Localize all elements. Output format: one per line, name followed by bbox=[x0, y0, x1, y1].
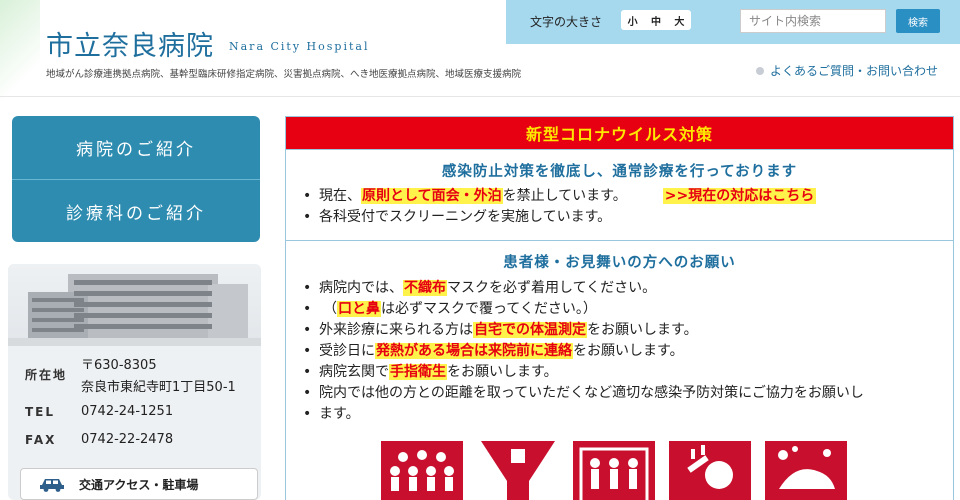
font-medium-button[interactable]: 中 bbox=[651, 13, 661, 28]
fax-number: 0742-22-2478 bbox=[81, 432, 174, 447]
address-text: 奈良市東紀寺町1丁目50-1 bbox=[81, 380, 236, 395]
handwash-icon bbox=[765, 441, 847, 500]
text: 病院内では、 bbox=[319, 280, 403, 296]
text: をお願いします。 bbox=[587, 322, 698, 338]
text: 現在、 bbox=[319, 188, 361, 204]
highlight-text: 自宅での体温測定 bbox=[473, 322, 587, 338]
fax-label: FAX bbox=[25, 433, 57, 447]
notice-section-policy: 感染防止対策を徹底し、通常診療を行っております 現在、原則として面会・外泊を禁止… bbox=[286, 149, 953, 240]
highlight-text: 不織布 bbox=[403, 280, 447, 296]
list-item: 外来診療に来られる方は自宅での体温測定をお願いします。 bbox=[301, 320, 953, 341]
text: （ bbox=[323, 301, 337, 317]
access-parking-button[interactable]: 交通アクセス・駐車場 bbox=[20, 468, 258, 500]
list-item: 現在、原則として面会・外泊を禁止しています。 >>現在の対応はこちら bbox=[301, 186, 953, 207]
hospital-building-image bbox=[8, 264, 261, 346]
section-heading: 感染防止対策を徹底し、通常診療を行っております bbox=[441, 164, 798, 180]
font-size-label: 文字の大きさ bbox=[530, 15, 603, 29]
text: をお願いします。 bbox=[447, 364, 558, 380]
search-button[interactable]: 検索 bbox=[896, 9, 940, 33]
logo-japanese[interactable]: 市立奈良病院 bbox=[46, 24, 214, 63]
cough-icon bbox=[669, 441, 751, 500]
funnel-icon bbox=[477, 441, 559, 500]
notice-title: 新型コロナウイルス対策 bbox=[286, 117, 953, 149]
font-small-button[interactable]: 小 bbox=[628, 13, 638, 28]
text: 受診日に bbox=[319, 343, 375, 359]
sidebar-nav: 病院のご紹介 診療科のご紹介 bbox=[12, 116, 260, 242]
list-item-continuation: ます。 bbox=[301, 404, 953, 425]
requests-list: 病院内では、不織布マスクを必ず着用してください。 （口と鼻は必ずマスクで覆ってく… bbox=[301, 278, 953, 425]
prevention-pictograms bbox=[381, 441, 847, 500]
tel-label: TEL bbox=[25, 405, 56, 419]
header-decoration bbox=[0, 0, 40, 110]
list-item: 病院玄関で手指衛生をお願いします。 bbox=[301, 362, 953, 383]
list-item: 各科受付でスクリーニングを実施しています。 bbox=[301, 207, 953, 228]
car-icon bbox=[40, 479, 64, 492]
nav-hospital-intro[interactable]: 病院のご紹介 bbox=[12, 116, 260, 179]
header-divider bbox=[0, 96, 960, 97]
list-item: 病院内では、不織布マスクを必ず着用してください。 bbox=[301, 278, 953, 299]
text: マスクを必ず着用してください。 bbox=[447, 280, 657, 296]
faq-contact-link[interactable]: よくあるご質問・お問い合わせ bbox=[756, 62, 938, 79]
address-label: 所在地 bbox=[25, 368, 68, 382]
nav-departments-intro[interactable]: 診療科のご紹介 bbox=[12, 179, 260, 242]
highlight-text: 原則として面会・外泊 bbox=[361, 188, 503, 204]
text: 病院玄関で bbox=[319, 364, 389, 380]
policy-list: 現在、原則として面会・外泊を禁止しています。 >>現在の対応はこちら 各科受付でス… bbox=[301, 186, 953, 228]
hospital-designations: 地域がん診療連携拠点病院、基幹型臨床研修指定病院、災害拠点病院、へき地医療拠点病… bbox=[46, 69, 522, 80]
text: 外来診療に来られる方は bbox=[319, 322, 473, 338]
text: を禁止しています。 bbox=[502, 188, 627, 204]
faq-contact-label: よくあるご質問・お問い合わせ bbox=[770, 64, 939, 78]
highlight-text: 発熱がある場合は来院前に連絡 bbox=[375, 343, 573, 359]
list-item: 受診日に発熱がある場合は来院前に連絡をお願いします。 bbox=[301, 341, 953, 362]
highlight-text: 口と鼻 bbox=[337, 301, 381, 317]
covid-notice-panel: 新型コロナウイルス対策 感染防止対策を徹底し、通常診療を行っております 現在、原… bbox=[285, 116, 954, 500]
site-header: 市立奈良病院 Nara City Hospital 地域がん診療連携拠点病院、基… bbox=[0, 0, 960, 110]
text: は必ずマスクで覆ってください。） bbox=[381, 301, 597, 317]
font-large-button[interactable]: 大 bbox=[674, 13, 684, 28]
access-parking-label: 交通アクセス・駐車場 bbox=[79, 477, 199, 492]
tel-number: 0742-24-1251 bbox=[81, 404, 174, 419]
section-heading: 患者様・お見舞いの方へのお願い bbox=[503, 255, 736, 271]
list-item-continuation: （口と鼻は必ずマスクで覆ってください。） bbox=[301, 299, 953, 320]
text: をお願いします。 bbox=[573, 343, 684, 359]
postal-code: 〒630-8305 bbox=[81, 358, 157, 373]
font-size-switcher: 小 中 大 bbox=[621, 10, 691, 30]
highlight-text: 手指衛生 bbox=[389, 364, 447, 380]
bullet-dot-icon bbox=[756, 66, 764, 75]
utility-bar: 文字の大きさ 小 中 大 検索 bbox=[506, 0, 960, 44]
distancing-icon bbox=[573, 441, 655, 500]
list-item: 院内では他の方との距離を取っていただくなど適切な感染予防対策にご協力をお願いし bbox=[301, 383, 953, 404]
current-response-link[interactable]: >>現在の対応はこちら bbox=[662, 188, 817, 204]
crowd-icon bbox=[381, 441, 463, 500]
hospital-info-box: 所在地 〒630-8305 奈良市東紀寺町1丁目50-1 TEL 0742-24… bbox=[8, 264, 261, 500]
logo-english[interactable]: Nara City Hospital bbox=[229, 40, 369, 53]
notice-section-requests: 患者様・お見舞いの方へのお願い 病院内では、不織布マスクを必ず着用してください。… bbox=[286, 240, 953, 425]
site-search-input[interactable] bbox=[740, 9, 886, 33]
